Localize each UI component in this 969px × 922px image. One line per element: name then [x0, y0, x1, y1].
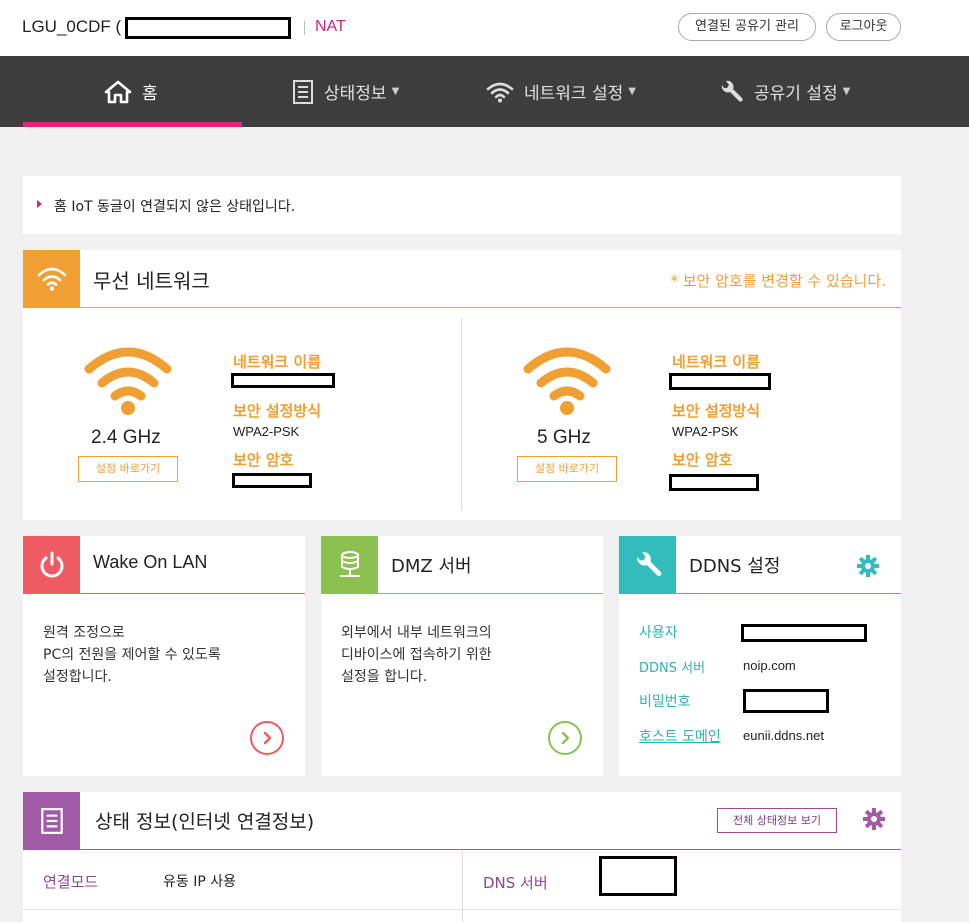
top-bar: LGU_0CDF ( NAT 연결된 공유기 관리 로그아웃: [0, 0, 969, 56]
chevron-right-icon: [263, 731, 272, 745]
caret-down-icon: ▼: [628, 86, 636, 97]
redacted-password: [232, 473, 312, 488]
wrench-icon: [718, 79, 744, 105]
logout-button[interactable]: 로그아웃: [826, 13, 901, 41]
status-divider: [462, 850, 463, 922]
nav-router[interactable]: 공유기 설정 ▼: [718, 56, 850, 127]
wireless-header-line: [23, 307, 901, 308]
wol-desc-line: 원격 조정으로: [43, 625, 125, 641]
main-nav: 홈 상태정보 ▼ 네트워크 설정 ▼ 공유기 설정 ▼: [0, 56, 969, 127]
wol-go-button[interactable]: [250, 721, 284, 755]
wol-desc-line: 설정합니다.: [43, 669, 112, 685]
router-model: LGU_0CDF (: [22, 17, 122, 36]
wifi-signal-icon: [83, 345, 173, 421]
nav-network[interactable]: 네트워크 설정 ▼: [486, 56, 636, 127]
band-5-security-label: 보안 설정방식: [672, 402, 761, 420]
status-title: 상태 정보(인터넷 연결정보): [95, 811, 315, 833]
status-panel: 상태 정보(인터넷 연결정보) 전체 상태정보 보기 연결모드 유동 IP 사용…: [23, 792, 901, 922]
band-divider: [461, 318, 462, 510]
chevron-right-icon: [561, 731, 570, 745]
band-24-settings-button[interactable]: 설정 바로가기: [78, 456, 178, 482]
ddns-server-label: DDNS 서버: [639, 661, 706, 676]
notice-arrow-icon: [37, 200, 42, 208]
wol-desc-line: PC의 전원을 제어할 수 있도록: [43, 647, 221, 663]
nav-status[interactable]: 상태정보 ▼: [292, 56, 399, 127]
dmz-card: DMZ 서버 외부에서 내부 네트워크의 디바이스에 접속하기 위한 설정을 합…: [321, 536, 603, 776]
wol-header-line: [23, 593, 305, 594]
band-5-name-label: 네트워크 이름: [672, 353, 761, 371]
redacted-user: [741, 624, 867, 642]
band-24-security-label: 보안 설정방식: [233, 402, 322, 420]
band-24-security-value: WPA2-PSK: [233, 424, 300, 439]
nav-router-label: 공유기 설정: [754, 84, 838, 104]
nav-home[interactable]: 홈: [104, 56, 158, 127]
redacted-network-name: [669, 373, 771, 390]
band-5-name: 5 GHz: [537, 427, 591, 448]
redacted-network-name: [231, 373, 335, 388]
dmz-go-button[interactable]: [548, 721, 582, 755]
ddns-host-value: eunii.ddns.net: [743, 728, 824, 743]
band-24-name-label: 네트워크 이름: [233, 353, 322, 371]
connection-mode-label: 연결모드: [43, 873, 99, 891]
gear-icon[interactable]: [856, 554, 880, 582]
ddns-header-line: [619, 593, 901, 594]
band-5-security-value: WPA2-PSK: [672, 424, 739, 439]
gear-icon[interactable]: [862, 807, 886, 835]
wol-description: 원격 조정으로 PC의 전원을 제어할 수 있도록 설정합니다.: [43, 622, 221, 688]
notice-text: 홈 IoT 동글이 연결되지 않은 상태입니다.: [54, 199, 296, 215]
power-icon: [23, 536, 80, 593]
divider: [304, 21, 305, 35]
dmz-header-line: [321, 593, 603, 594]
ddns-server-value: noip.com: [743, 658, 796, 673]
connection-mode-value: 유동 IP 사용: [163, 874, 236, 890]
nav-active-indicator: [23, 122, 242, 127]
ddns-host-label[interactable]: 호스트 도메인: [639, 726, 721, 746]
dmz-desc-line: 디바이스에 접속하기 위한: [341, 647, 492, 663]
iot-notice: 홈 IoT 동글이 연결되지 않은 상태입니다.: [23, 176, 901, 234]
wifi-icon: [486, 81, 514, 103]
caret-down-icon: ▼: [391, 86, 400, 97]
wireless-header-icon: [23, 250, 80, 307]
dmz-desc-line: 외부에서 내부 네트워크의: [341, 625, 492, 641]
wireless-title: 무선 네트워크: [93, 269, 210, 293]
manage-routers-button[interactable]: 연결된 공유기 관리: [678, 13, 816, 41]
caret-down-icon: ▼: [842, 86, 851, 97]
wol-card: Wake On LAN 원격 조정으로 PC의 전원을 제어할 수 있도록 설정…: [23, 536, 305, 776]
ddns-password-label: 비밀번호: [639, 694, 691, 710]
wireless-panel: 무선 네트워크 * 보안 암호를 변경할 수 있습니다. 2.4 GHz 설정 …: [23, 250, 901, 520]
full-status-button[interactable]: 전체 상태정보 보기: [717, 808, 837, 833]
dmz-title: DMZ 서버: [391, 556, 472, 577]
band-24-password-label: 보안 암호: [233, 451, 294, 469]
ddns-user-label: 사용자: [639, 625, 678, 641]
redacted-password: [743, 689, 829, 713]
redacted-ssid: [125, 17, 291, 39]
band-5-password-label: 보안 암호: [672, 451, 733, 469]
nav-status-label: 상태정보: [324, 84, 387, 104]
redacted-password: [669, 474, 759, 491]
band-24-name: 2.4 GHz: [91, 427, 161, 448]
wifi-signal-icon: [522, 345, 612, 421]
wireless-hint: * 보안 암호를 변경할 수 있습니다.: [670, 272, 886, 290]
document-icon: [292, 79, 314, 105]
band-5-settings-button[interactable]: 설정 바로가기: [517, 456, 617, 482]
nav-network-label: 네트워크 설정: [524, 84, 624, 104]
wrench-icon: [619, 536, 676, 593]
dmz-description: 외부에서 내부 네트워크의 디바이스에 접속하기 위한 설정을 합니다.: [341, 622, 492, 688]
document-icon: [23, 792, 80, 849]
nav-home-label: 홈: [142, 84, 158, 104]
status-row-line: [23, 909, 901, 910]
redacted-dns: [599, 856, 677, 896]
dns-server-label: DNS 서버: [483, 874, 548, 892]
home-icon: [104, 80, 132, 104]
mode-label: NAT: [315, 18, 346, 35]
database-icon: [321, 536, 378, 593]
wol-title: Wake On LAN: [93, 552, 208, 572]
ddns-card: DDNS 설정 사용자 DDNS 서버 noip.com 비밀번호 호스트 도메…: [619, 536, 901, 776]
ddns-title: DDNS 설정: [689, 556, 781, 577]
dmz-desc-line: 설정을 합니다.: [341, 669, 428, 685]
